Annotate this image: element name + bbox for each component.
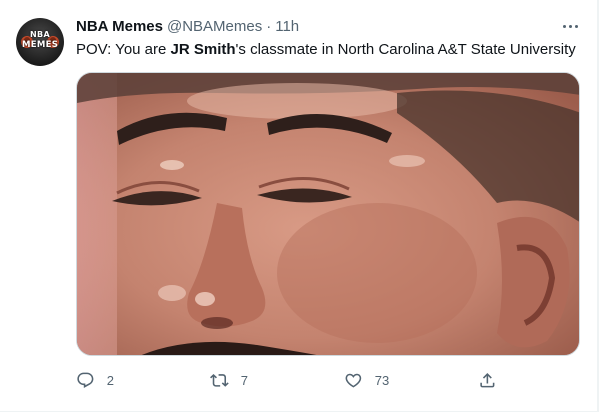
separator-dot: · <box>266 17 272 35</box>
reply-count: 2 <box>106 372 114 388</box>
share-button[interactable] <box>478 368 497 392</box>
reply-icon <box>77 372 94 388</box>
tweet-actions-bar: 2 7 73 <box>76 368 580 392</box>
retweet-button[interactable]: 7 <box>210 368 248 392</box>
tweet-text-after: 's classmate in North Carolina A&T State… <box>235 41 576 58</box>
retweet-count: 7 <box>240 372 248 388</box>
tweet-card[interactable]: NBA MEMES NBA Memes @NBAMemes · 11h POV:… <box>0 0 599 412</box>
tweet-text: POV: You are JR Smith's classmate in Nor… <box>76 40 576 60</box>
like-count: 73 <box>374 372 390 388</box>
tweet-media-photo[interactable] <box>76 72 580 356</box>
tweet-timestamp[interactable]: 11h <box>275 18 299 35</box>
photo-closeup-face-icon <box>77 73 579 355</box>
avatar-logo-line2: MEMES <box>22 40 59 50</box>
retweet-icon <box>210 373 229 387</box>
share-icon <box>480 372 495 388</box>
author-display-name[interactable]: NBA Memes <box>76 18 163 35</box>
tweet-text-bold: JR Smith <box>170 41 236 58</box>
reply-button[interactable]: 2 <box>76 368 114 392</box>
like-button[interactable]: 73 <box>344 368 389 392</box>
author-handle[interactable]: @NBAMemes <box>167 18 262 35</box>
tweet-text-before: POV: You are <box>76 41 171 58</box>
more-options-icon[interactable] <box>557 16 583 36</box>
tweet-header: NBA Memes @NBAMemes · 11h <box>76 15 299 37</box>
like-icon <box>345 373 362 388</box>
author-avatar[interactable]: NBA MEMES <box>16 18 64 66</box>
avatar-logo-line1: NBA <box>30 30 50 39</box>
